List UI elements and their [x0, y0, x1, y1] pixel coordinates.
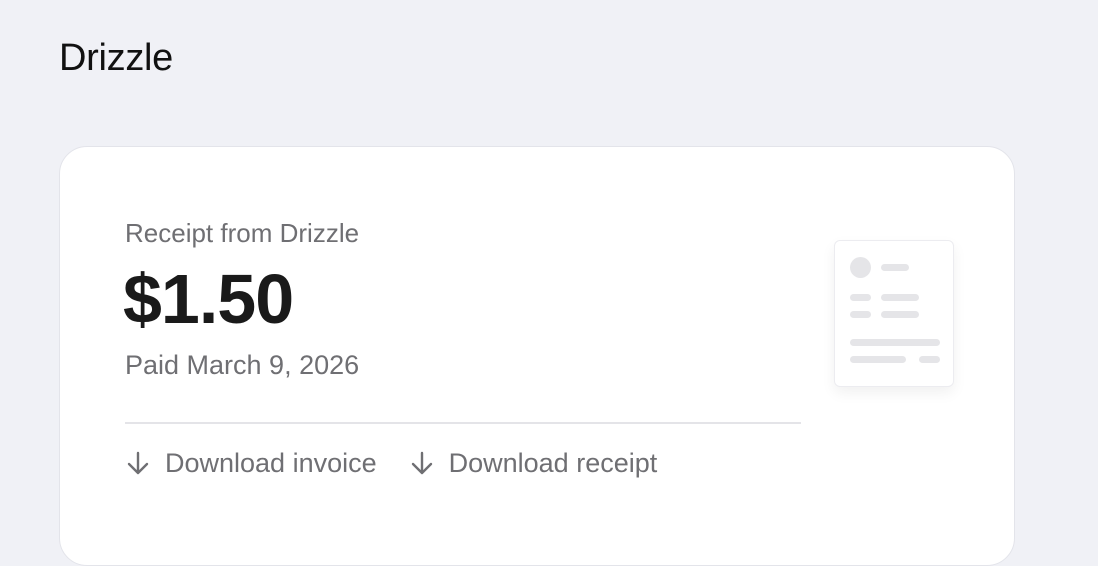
download-actions: Download invoice Download receipt: [125, 447, 657, 479]
paid-date: Paid March 9, 2026: [125, 350, 360, 380]
download-receipt-label: Download receipt: [448, 448, 658, 478]
download-receipt-link[interactable]: Download receipt: [409, 447, 658, 479]
brand-name: Drizzle: [59, 37, 174, 79]
divider: [125, 422, 801, 424]
arrow-down-icon: [409, 449, 435, 477]
receipt-subtitle: Receipt from Drizzle: [125, 218, 360, 248]
download-invoice-label: Download invoice: [165, 448, 377, 478]
receipt-amount: $1.50: [123, 260, 294, 338]
arrow-down-icon: [125, 449, 151, 477]
download-invoice-link[interactable]: Download invoice: [125, 447, 377, 479]
receipt-card: Receipt from Drizzle $1.50 Paid March 9,…: [59, 146, 1015, 566]
receipt-document-icon: [834, 240, 954, 387]
